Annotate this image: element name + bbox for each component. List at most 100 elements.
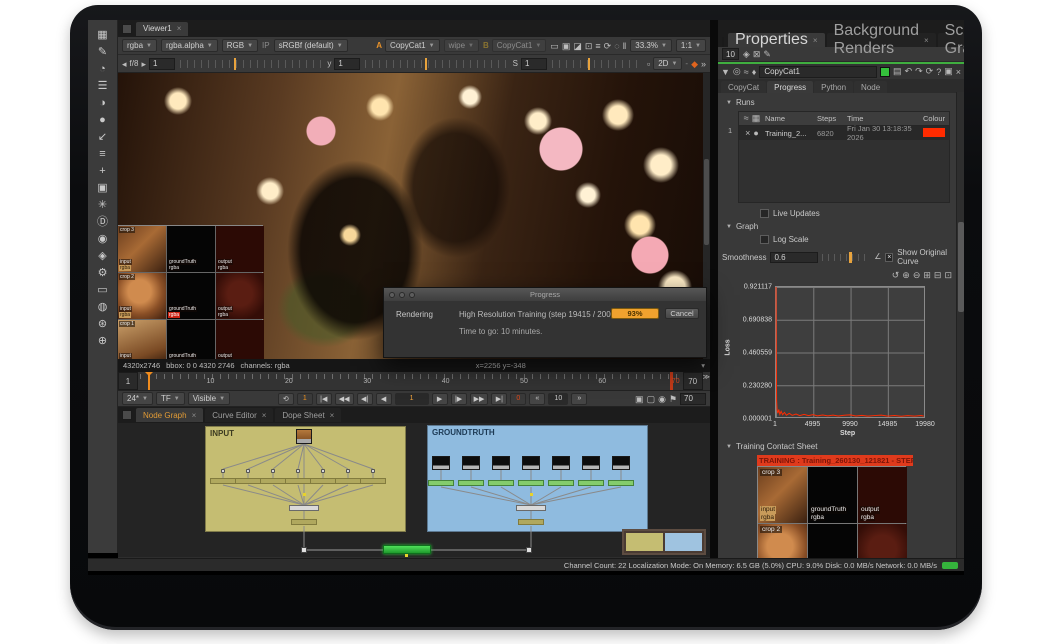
- collapse-triangle-icon[interactable]: ▼: [726, 444, 732, 450]
- play-backward-icon[interactable]: ◀: [376, 393, 392, 405]
- node-color-swatch[interactable]: [880, 67, 890, 77]
- run-colour-swatch[interactable]: [923, 128, 945, 137]
- gain-field[interactable]: 1: [149, 58, 175, 70]
- crop-node[interactable]: [335, 478, 361, 484]
- node-graph-minimap[interactable]: [622, 529, 706, 555]
- delete-run-icon[interactable]: ×: [745, 128, 750, 138]
- stereo-icon[interactable]: ⊡: [585, 40, 593, 52]
- tab-node[interactable]: Node: [854, 81, 887, 93]
- collapse-triangle-icon[interactable]: ▼: [726, 224, 732, 230]
- increment-icon[interactable]: »: [571, 393, 587, 405]
- close-icon[interactable]: ×: [956, 67, 961, 77]
- play-forward-icon[interactable]: ▶: [432, 393, 448, 405]
- other-icon[interactable]: ▭: [93, 283, 113, 297]
- range-start-field[interactable]: 1: [118, 372, 138, 390]
- pane-menu-icon[interactable]: [122, 410, 132, 420]
- 3d-icon[interactable]: ▣: [93, 181, 113, 195]
- close-icon[interactable]: ×: [813, 36, 818, 45]
- run-row[interactable]: ×● Training_2... 6820 Fri Jan 30 13:18:3…: [739, 126, 949, 140]
- wipe-mode-icon[interactable]: ◪: [573, 40, 582, 52]
- input-process-toggle[interactable]: IP: [262, 41, 270, 50]
- progress-dialog-titlebar[interactable]: Progress: [384, 288, 706, 301]
- mask-overlay-icon[interactable]: ▣: [562, 40, 571, 52]
- append-clip-node-input[interactable]: [289, 505, 319, 511]
- crop-node[interactable]: [285, 478, 311, 484]
- max-panels-field[interactable]: 10: [722, 48, 739, 60]
- gain-arrow-left-icon[interactable]: ◂: [122, 58, 127, 70]
- crop-node[interactable]: [210, 478, 236, 484]
- metadata-icon[interactable]: ◈: [93, 249, 113, 263]
- copycat-node[interactable]: [383, 545, 431, 554]
- smoothness-slider[interactable]: [822, 254, 870, 261]
- range-end-display[interactable]: 70: [680, 393, 706, 405]
- crop-node[interactable]: [548, 480, 574, 486]
- collapse-triangle-icon[interactable]: ▼: [726, 100, 732, 106]
- tab-properties[interactable]: Properties×: [728, 33, 825, 47]
- close-icon[interactable]: ×: [330, 411, 335, 420]
- filter-icon[interactable]: ●: [93, 113, 113, 127]
- roi-icon[interactable]: ◌: [614, 40, 619, 52]
- frame-increment-icon[interactable]: 10: [548, 393, 568, 405]
- color-icon[interactable]: ◑: [93, 96, 113, 110]
- runs-section-header[interactable]: ▼ Runs: [718, 96, 964, 109]
- contact-sheet-section-header[interactable]: ▼ Training Contact Sheet: [718, 440, 964, 453]
- append-clip-node-gt[interactable]: [516, 505, 546, 511]
- layer-dropdown[interactable]: rgba.alpha▼: [161, 39, 218, 52]
- prev-keyframe-icon[interactable]: ◀|: [357, 393, 373, 405]
- log-scale-row[interactable]: Log Scale: [718, 233, 964, 246]
- lock-range-icon[interactable]: ◉: [658, 393, 666, 405]
- node-center-icon[interactable]: ◎: [733, 66, 741, 77]
- tab-curve-editor[interactable]: Curve Editor×: [205, 408, 273, 422]
- float-icon[interactable]: ▣: [944, 66, 953, 77]
- lut-dropdown[interactable]: sRGBf (default)▼: [274, 39, 348, 52]
- wipe-dropdown[interactable]: wipe▼: [444, 39, 479, 52]
- smoothness-field[interactable]: 0.6: [770, 252, 818, 263]
- crop-node[interactable]: [235, 478, 261, 484]
- read-node[interactable]: [552, 456, 570, 470]
- live-updates-row[interactable]: Live Updates: [718, 207, 964, 220]
- properties-scrollbar[interactable]: [956, 92, 964, 558]
- read-node[interactable]: [462, 456, 480, 470]
- dot-node[interactable]: [221, 469, 225, 473]
- help-icon[interactable]: ?: [936, 67, 941, 77]
- read-node[interactable]: [612, 456, 630, 470]
- zoom-level-dropdown[interactable]: 33.3%▼: [630, 39, 672, 52]
- particles-icon[interactable]: ✳: [93, 198, 113, 212]
- loss-plot-area[interactable]: [775, 286, 925, 418]
- toolsets-icon[interactable]: ⚙: [93, 266, 113, 280]
- select-run-icon[interactable]: ●: [753, 128, 758, 138]
- crop-node-input[interactable]: [291, 519, 317, 525]
- curve-column-icon[interactable]: ≈: [744, 113, 749, 124]
- zoom-out-icon[interactable]: ⊖: [913, 270, 921, 281]
- merge-icon[interactable]: ≡: [93, 147, 113, 161]
- decrement-icon[interactable]: «: [529, 393, 545, 405]
- read-node[interactable]: [432, 456, 450, 470]
- collapse-icon[interactable]: ▼: [721, 67, 730, 77]
- read-node[interactable]: [492, 456, 510, 470]
- timeline-ruler[interactable]: 1 70 102030405060 70 ≫: [118, 372, 710, 391]
- dot-node[interactable]: [321, 469, 325, 473]
- crop-node[interactable]: [608, 480, 634, 486]
- close-icon[interactable]: ×: [262, 411, 267, 420]
- ruler-chevron-icon[interactable]: ≫: [703, 372, 710, 390]
- node-graph-canvas[interactable]: INPUT GROUNDTRUTH: [118, 423, 710, 557]
- color-sample-icon[interactable]: ♦: [752, 67, 757, 77]
- dot-node[interactable]: [271, 469, 275, 473]
- goto-start-icon[interactable]: |◀: [316, 393, 332, 405]
- node-name-field[interactable]: CopyCat1: [759, 66, 877, 78]
- playhead[interactable]: [148, 372, 150, 390]
- update-icon[interactable]: ⟳: [604, 40, 612, 52]
- frame-x-icon[interactable]: ⊞: [923, 270, 931, 281]
- curve-icon[interactable]: ∠: [874, 251, 881, 263]
- presets-icon[interactable]: ▤: [893, 66, 902, 77]
- scanline-icon[interactable]: ≡: [595, 40, 600, 52]
- read-node[interactable]: [296, 429, 312, 444]
- tab-python[interactable]: Python: [814, 81, 853, 93]
- views-icon[interactable]: ◉: [93, 232, 113, 246]
- tab-background-renders[interactable]: Background Renders×: [827, 33, 936, 47]
- show-original-curve-checkbox[interactable]: ×: [885, 253, 893, 262]
- anchor-icon[interactable]: ⚑: [669, 393, 677, 405]
- progress-dialog[interactable]: Progress Rendering High Resolution Train…: [383, 287, 707, 358]
- gain-fstop[interactable]: f/8: [130, 59, 139, 68]
- pixel-aspect-dropdown[interactable]: 1:1▼: [676, 39, 706, 52]
